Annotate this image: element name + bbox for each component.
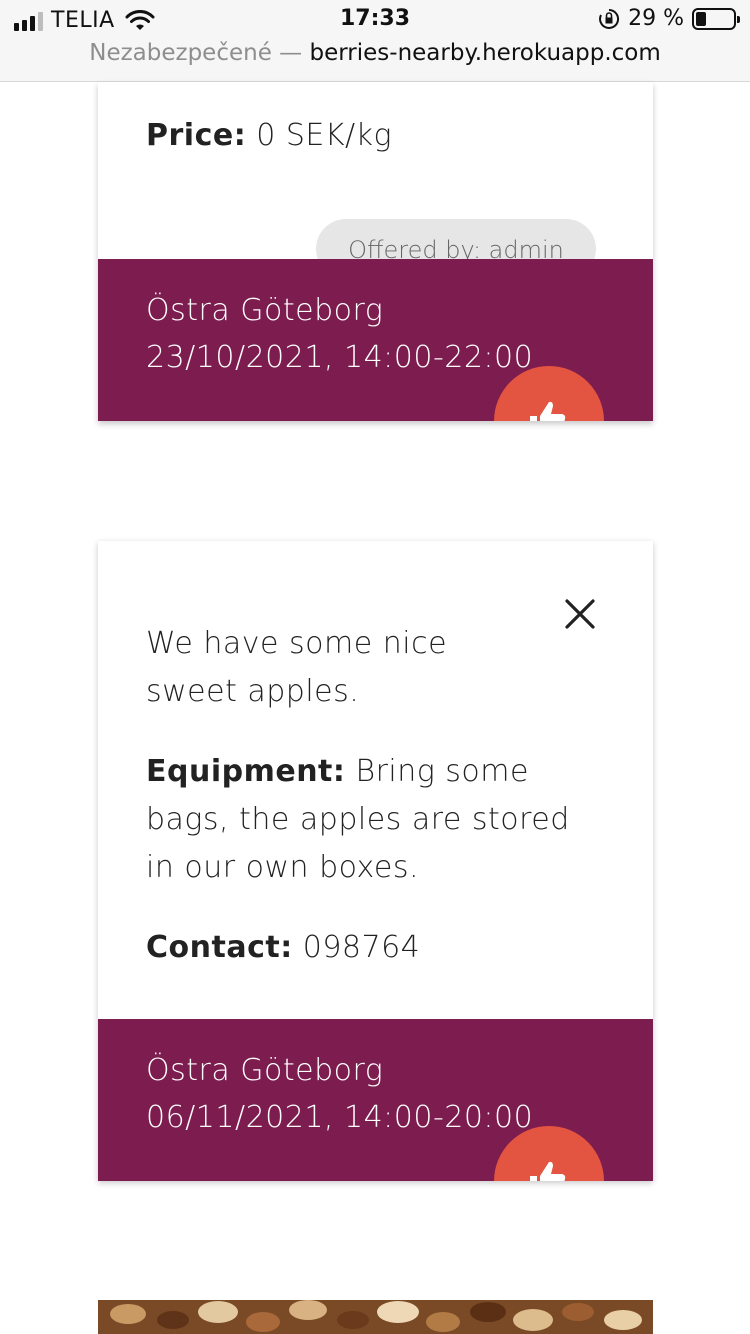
close-icon[interactable] — [562, 596, 598, 632]
thumbs-up-icon — [530, 1161, 566, 1181]
thumbs-up-icon — [530, 401, 566, 421]
card-footer: Östra Göteborg 06/11/2021, 14:00-20:00 — [98, 1019, 653, 1181]
description: We have some nice sweet apples. — [146, 626, 448, 709]
datetime: 23/10/2021, 14:00-22:00 — [146, 340, 534, 375]
security-label: Nezabezpečené — — [89, 40, 303, 66]
status-bar: TELIA 17:33 29 % — [0, 0, 750, 40]
battery-percent: 29 % — [628, 6, 684, 31]
price-line: Price: 0 SEK/kg — [146, 112, 593, 160]
price-value: 0 SEK/kg — [256, 118, 393, 153]
status-right: 29 % — [598, 6, 740, 31]
location: Östra Göteborg — [146, 293, 384, 328]
url-host: berries-nearby.herokuapp.com — [309, 40, 661, 66]
equipment-line: Equipment: Bring some bags, the apples a… — [146, 748, 587, 892]
nuts-image — [98, 1300, 653, 1334]
contact-line: Contact: 098764 — [146, 924, 593, 972]
offer-card: Price: 0 SEK/kg Offered by: admin Östra … — [98, 82, 653, 421]
orientation-lock-icon — [599, 8, 620, 29]
datetime: 06/11/2021, 14:00-20:00 — [146, 1100, 534, 1135]
card-image — [98, 1300, 653, 1334]
offer-card: We have some nice sweet apples. Equipmen… — [98, 541, 653, 1181]
equipment-label: Equipment: — [146, 754, 346, 789]
contact-label: Contact: — [146, 930, 293, 965]
location: Östra Göteborg — [146, 1053, 384, 1088]
address-bar[interactable]: Nezabezpečené — berries-nearby.herokuapp… — [0, 40, 750, 82]
price-label: Price: — [146, 118, 247, 153]
battery-icon — [692, 7, 740, 30]
contact-value: 098764 — [302, 930, 421, 965]
card-footer: Östra Göteborg 23/10/2021, 14:00-22:00 — [98, 259, 653, 421]
